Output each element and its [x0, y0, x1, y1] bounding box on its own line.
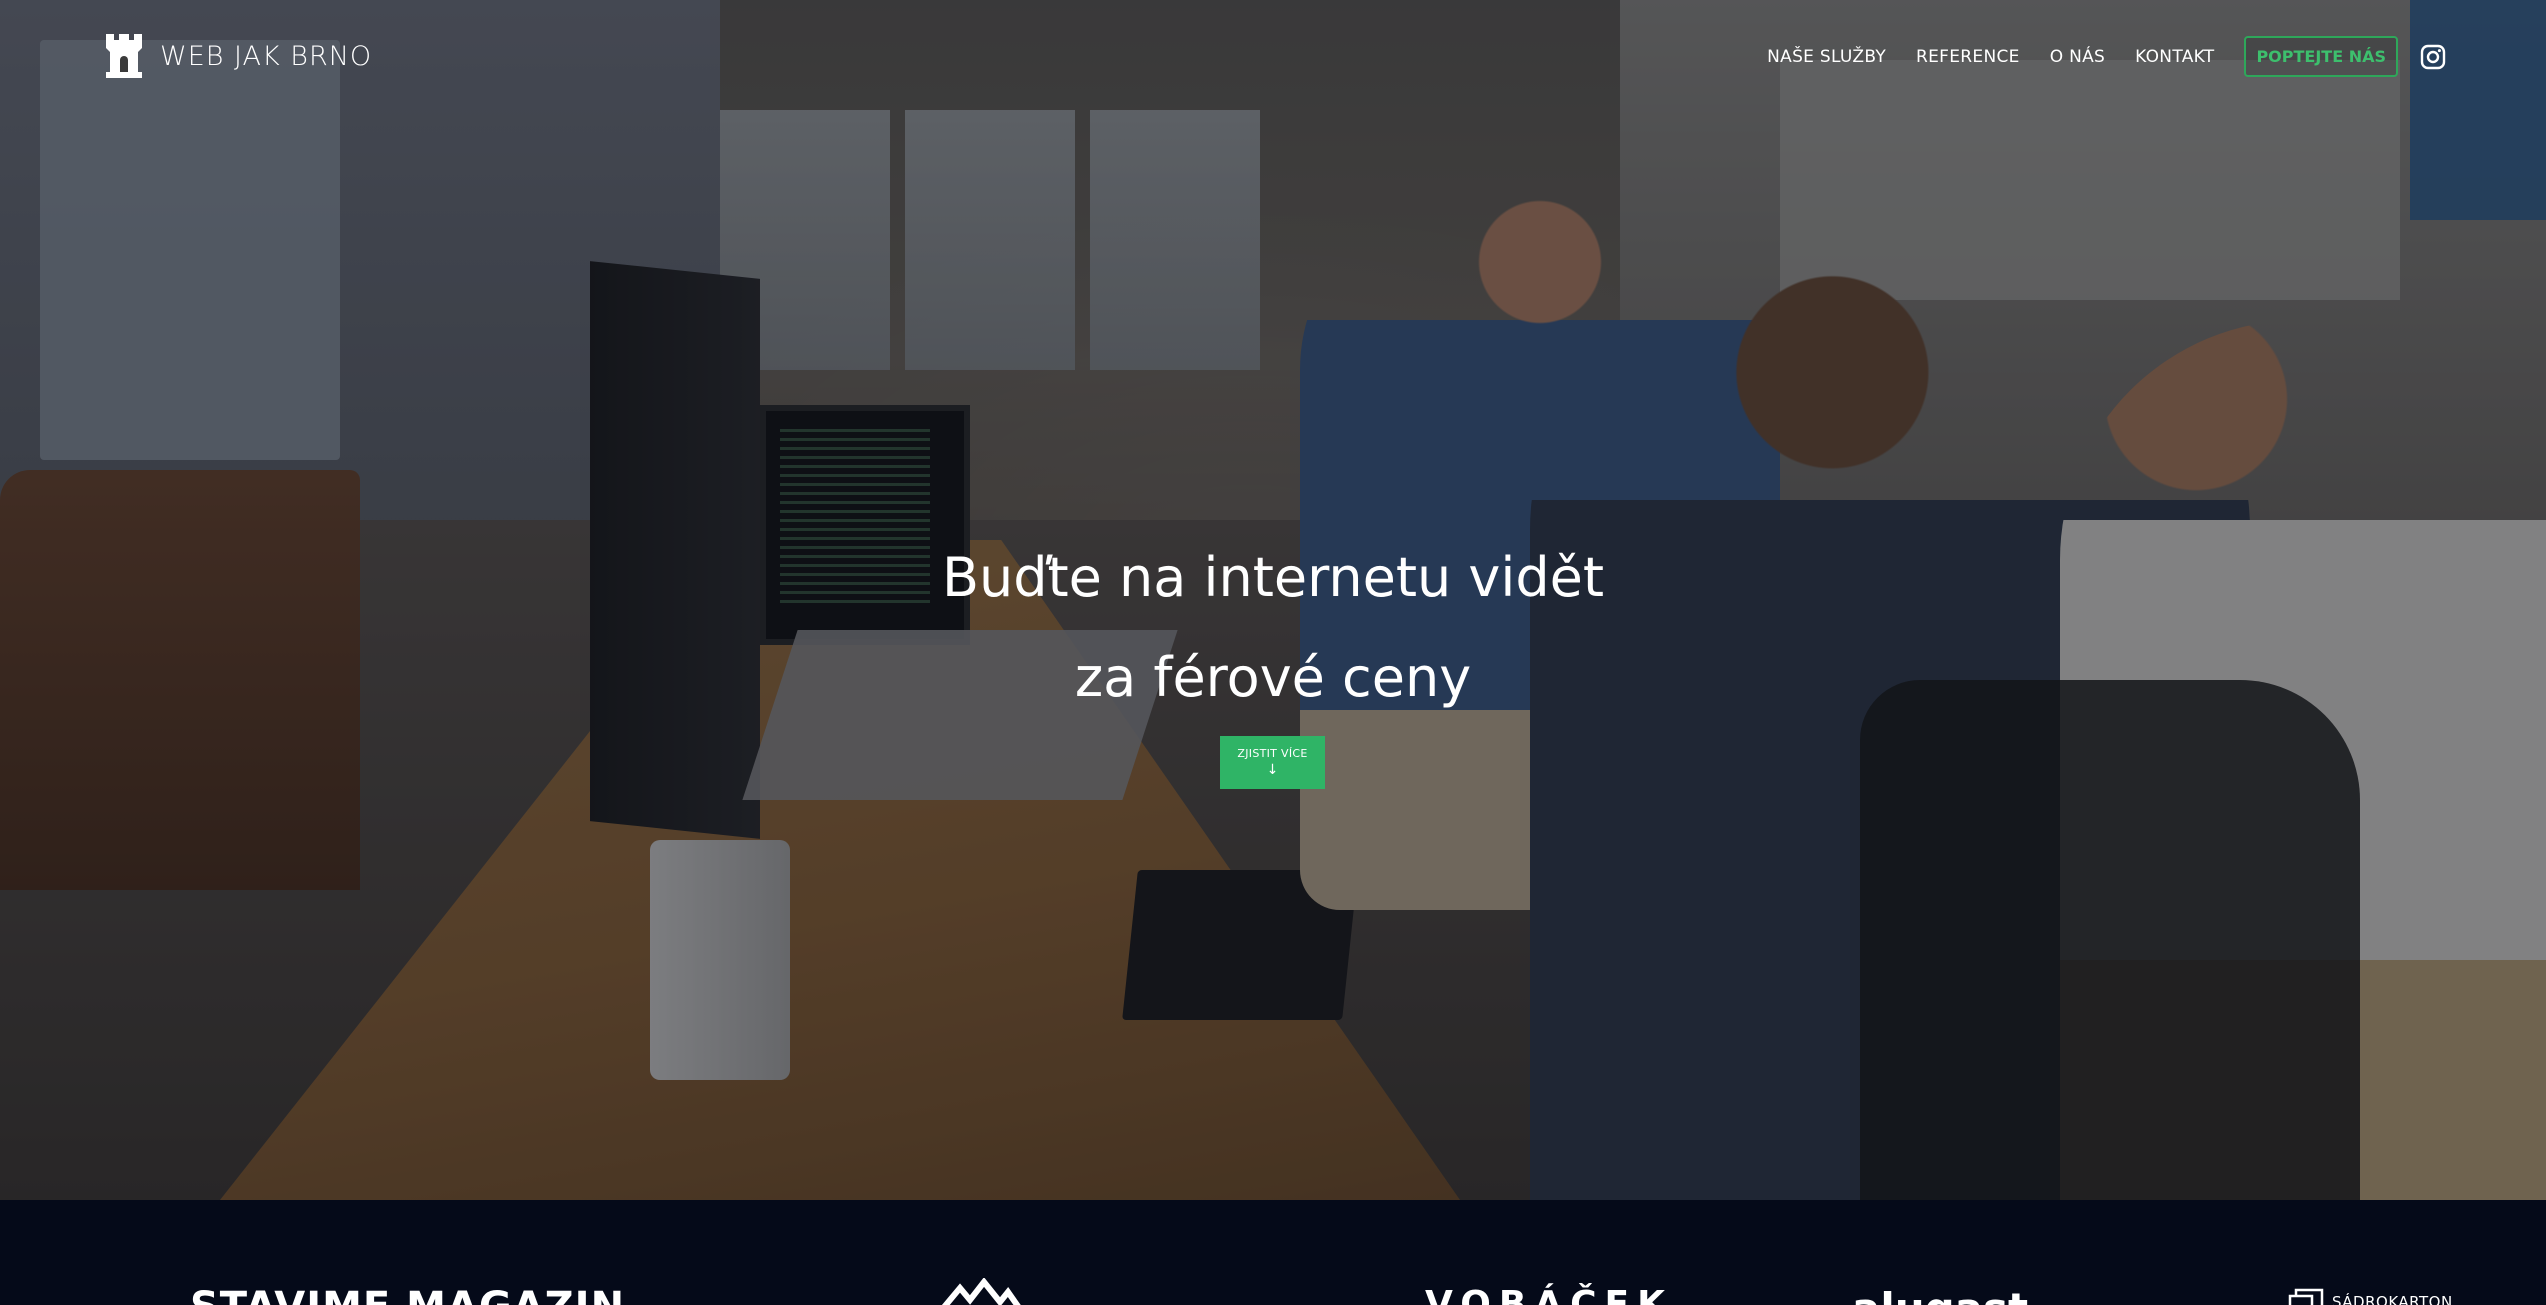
arrow-down-icon: ↓ — [1266, 762, 1279, 778]
mountain-logo-icon — [941, 1278, 1021, 1305]
castle-tower-icon — [106, 34, 142, 78]
nav-link-contact[interactable]: KONTAKT — [2135, 47, 2214, 67]
client-logos-strip: STAVIME MAGAZIN VOBÁČEK alugast SÁDROKAR… — [0, 1200, 2546, 1305]
hero-headline-line-2: za férové ceny — [1074, 646, 1472, 709]
logo-sadrokarton: SÁDROKARTON — [2288, 1288, 2453, 1305]
sadrokarton-icon — [2288, 1288, 2324, 1305]
hero-section: WEB JAK BRNO NAŠE SLUŽBY REFERENCE O NÁS… — [0, 0, 2546, 1200]
logo-alugast: alugast — [1852, 1284, 2028, 1305]
logo-vobacek: VOBÁČEK — [1425, 1284, 1674, 1305]
nav-link-services[interactable]: NAŠE SLUŽBY — [1767, 47, 1886, 67]
hero-headline-line-1: Buďte na internetu vidět — [941, 546, 1605, 609]
main-navigation: NAŠE SLUŽBY REFERENCE O NÁS KONTAKT POPT… — [1737, 36, 2446, 77]
nav-link-references[interactable]: REFERENCE — [1916, 47, 2020, 67]
learn-more-button[interactable]: ZJISTIT VÍCE ↓ — [1220, 736, 1325, 789]
nav-link-about[interactable]: O NÁS — [2050, 47, 2105, 67]
brand-logo-link[interactable]: WEB JAK BRNO — [104, 32, 372, 80]
hero-headline: Buďte na internetu vidět za férové ceny — [0, 528, 2546, 728]
brand-name: WEB JAK BRNO — [160, 40, 373, 72]
learn-more-label: ZJISTIT VÍCE — [1237, 747, 1308, 760]
request-quote-button[interactable]: POPTEJTE NÁS — [2244, 36, 2398, 77]
sadrokarton-text: SÁDROKARTON — [2332, 1293, 2453, 1305]
logo-stavime-magazin: STAVIME MAGAZIN — [190, 1284, 625, 1305]
instagram-icon[interactable] — [2420, 44, 2446, 70]
